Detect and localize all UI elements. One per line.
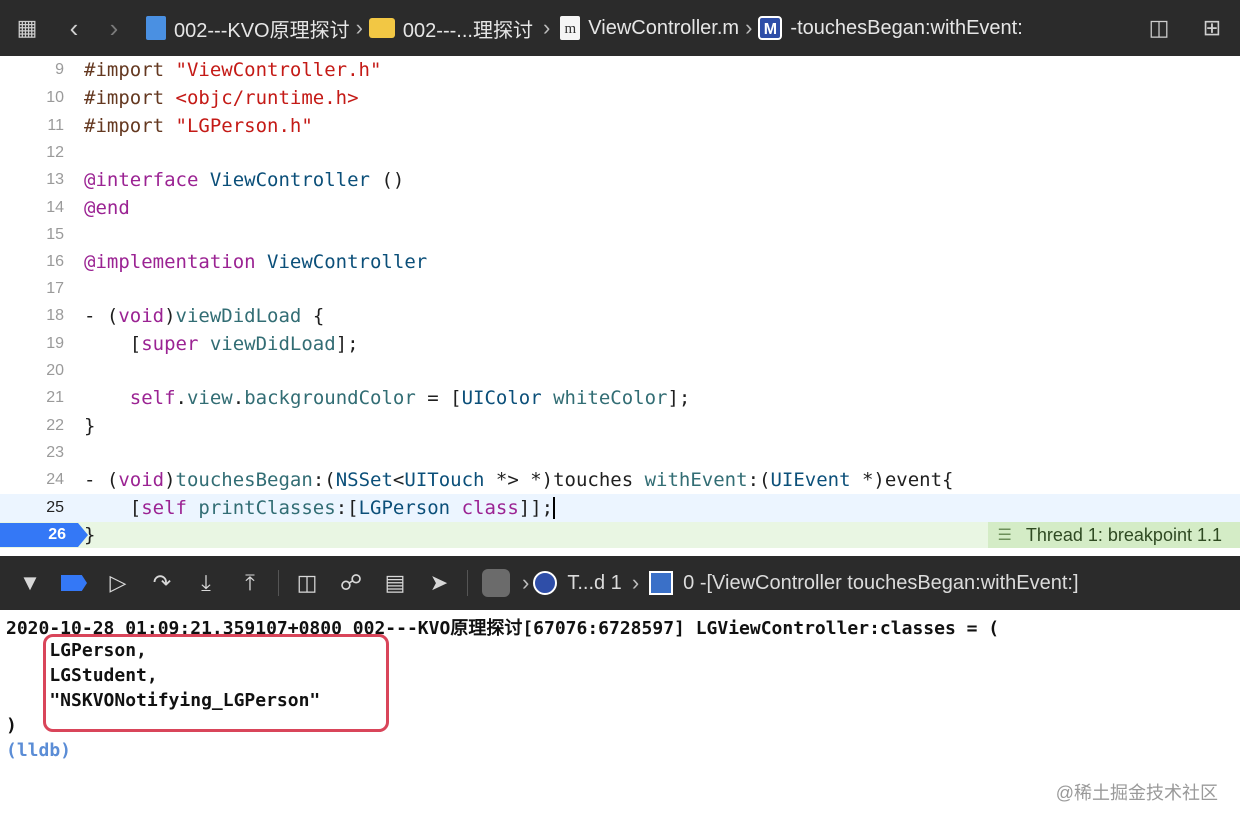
line-number: 25	[46, 499, 64, 516]
source-editor[interactable]: 9 #import "ViewController.h" 10 #import <o…	[0, 56, 1240, 552]
breadcrumb-project[interactable]: 002---KVO原理探讨	[146, 14, 350, 43]
watermark: @稀土掘金技术社区	[1055, 783, 1218, 803]
list-icon: ☰	[997, 527, 1012, 544]
line-number: 9	[55, 61, 64, 78]
breadcrumb-label: ViewController.m	[588, 16, 740, 39]
lldb-prompt[interactable]: (lldb)	[6, 740, 71, 761]
continue-icon[interactable]: ▷	[96, 570, 140, 596]
stack-frame-selector[interactable]: 0 -[ViewController touchesBegan:withEven…	[649, 571, 1079, 595]
line-number: 10	[46, 89, 64, 106]
breadcrumb-label: 002---...理探讨	[402, 19, 533, 42]
line-number: 22	[46, 417, 64, 434]
project-file-icon	[146, 16, 166, 40]
code-line: 20	[0, 358, 1240, 384]
code-line: 22}	[0, 412, 1240, 440]
text-cursor	[553, 497, 556, 520]
breadcrumb-separator-icon: ›	[631, 570, 640, 595]
toolbar-divider	[278, 570, 279, 596]
code-line: 24- (void)touchesBegan:(NSSet<UITouch *>…	[0, 466, 1240, 494]
stack-frame-icon	[649, 571, 674, 595]
breakpoints-toggle-button[interactable]	[52, 575, 96, 591]
debug-console[interactable]: 2020-10-28 01:09:21.359107+0800 002---KV…	[0, 610, 1240, 827]
code-line: 13 @interface ViewController ()	[0, 166, 1240, 194]
code-line: 16 @implementation ViewController	[0, 248, 1240, 276]
line-number: 20	[46, 362, 64, 379]
method-icon: M	[758, 16, 783, 40]
thread-breakpoint-label: ☰ Thread 1: breakpoint 1.1	[987, 522, 1240, 548]
objc-file-icon: m	[560, 16, 581, 40]
toolbar-divider	[467, 570, 468, 596]
breadcrumb-label: -touchesBegan:withEvent:	[790, 16, 1023, 39]
step-into-icon[interactable]: ⤓	[184, 570, 228, 596]
breadcrumb-separator-icon: ›	[355, 15, 363, 40]
related-items-icon[interactable]: ▦	[0, 15, 54, 41]
debug-bar: ▼ ▷ ↷ ⤓ ⤒ ◫ ☍ ▤ ➤ › T...d 1 › 0 -[ViewCo…	[0, 556, 1240, 610]
line-number: 11	[47, 117, 64, 134]
line-number: 17	[46, 280, 64, 297]
line-number: 16	[46, 253, 64, 270]
code-line: 17	[0, 276, 1240, 302]
code-line: 18- (void)viewDidLoad {	[0, 302, 1240, 330]
code-line: 14 @end	[0, 194, 1240, 222]
line-number: 15	[46, 226, 64, 243]
folder-icon	[368, 18, 395, 38]
console-line: )	[6, 715, 17, 736]
code-line: 21 self.view.backgroundColor = [UIColor …	[0, 384, 1240, 412]
step-out-icon[interactable]: ⤒	[228, 570, 272, 596]
line-number: 21	[46, 389, 64, 406]
breadcrumb-folder[interactable]: 002---...理探讨	[368, 14, 533, 43]
step-over-icon[interactable]: ↷	[140, 570, 184, 596]
code-line: 15	[0, 222, 1240, 248]
code-line-current: 25 [self printClasses:[LGPerson class]];	[0, 494, 1240, 522]
breadcrumb-separator-icon: ›	[542, 15, 551, 40]
breadcrumb-separator-icon: ›	[745, 15, 753, 40]
breadcrumb-file[interactable]: m ViewController.m	[560, 16, 739, 40]
highlight-box	[43, 634, 389, 732]
thread-icon	[533, 571, 558, 595]
add-editor-icon[interactable]: ⊞	[1184, 15, 1240, 41]
code-line: 10 #import <objc/runtime.h>	[0, 84, 1240, 112]
code-line: 19 [super viewDidLoad];	[0, 330, 1240, 358]
code-line: 9 #import "ViewController.h"	[0, 56, 1240, 84]
breadcrumb-label: 002---KVO原理探讨	[174, 19, 350, 42]
breakpoint-indicator[interactable]: 26	[0, 523, 88, 547]
code-line: 11 #import "LGPerson.h"	[0, 112, 1240, 140]
app-process-icon[interactable]	[474, 569, 518, 597]
code-line: 12	[0, 140, 1240, 166]
memory-graph-icon[interactable]: ☍	[329, 570, 373, 596]
line-number: 14	[46, 199, 64, 216]
editor-options-icon[interactable]: ◫	[1134, 15, 1184, 41]
hide-debug-area-icon[interactable]: ▼	[8, 570, 52, 596]
line-number: 19	[46, 335, 64, 352]
breakpoint-flag-icon	[61, 575, 87, 591]
view-hierarchy-icon[interactable]: ◫	[285, 570, 329, 596]
line-number: 23	[46, 444, 64, 461]
jump-bar: ▦ ‹ › 002---KVO原理探讨 › 002---...理探讨 › m V…	[0, 0, 1240, 56]
breadcrumb-separator-icon: ›	[522, 570, 530, 595]
line-number: 13	[46, 171, 64, 188]
environment-overrides-icon[interactable]: ▤	[373, 570, 417, 596]
line-number: 12	[46, 144, 64, 161]
simulate-location-icon[interactable]: ➤	[417, 570, 461, 596]
line-number: 18	[46, 307, 64, 324]
forward-chevron-icon[interactable]: ›	[94, 13, 134, 44]
line-number: 24	[46, 471, 64, 488]
back-chevron-icon[interactable]: ‹	[54, 13, 94, 44]
breadcrumb-method[interactable]: M -touchesBegan:withEvent:	[758, 16, 1023, 40]
thread-selector[interactable]: T...d 1	[533, 571, 622, 595]
code-line: 23	[0, 440, 1240, 466]
